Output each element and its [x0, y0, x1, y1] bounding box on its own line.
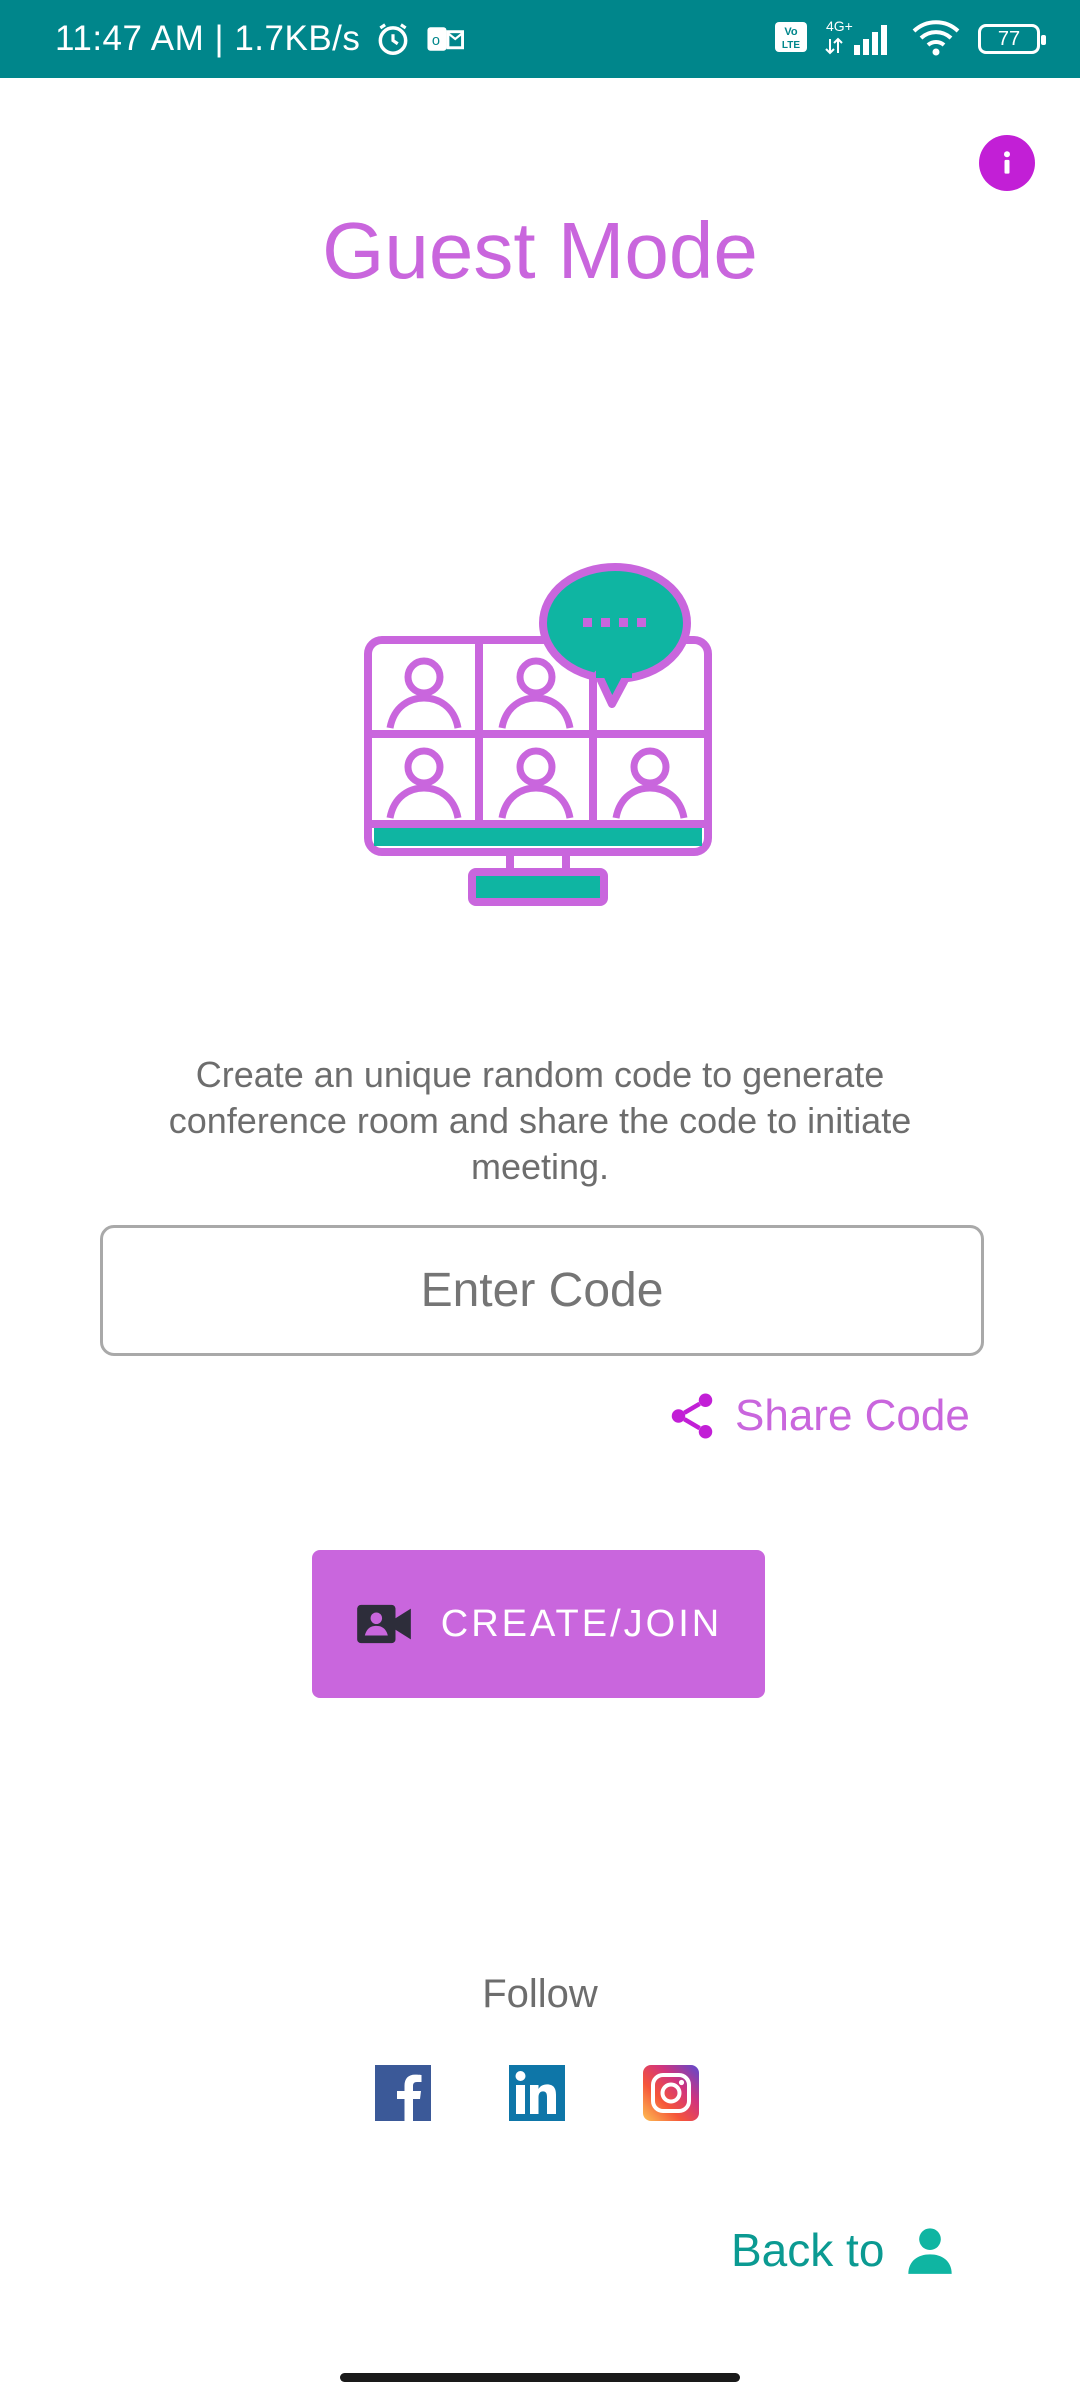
share-code-button[interactable]: Share Code [665, 1385, 970, 1447]
network-type: 4G+ [826, 18, 853, 34]
status-right: Vo LTE 4G+ 77 [774, 0, 1046, 78]
status-time: 11:47 AM | 1.7KB/s [55, 19, 361, 58]
create-join-label: CREATE/JOIN [440, 1602, 723, 1645]
battery-icon: 77 [978, 24, 1046, 54]
svg-text:o: o [432, 33, 441, 49]
battery-level: 77 [997, 27, 1021, 50]
back-to-button[interactable]: Back to [731, 2220, 956, 2280]
share-code-label: Share Code [735, 1391, 970, 1440]
status-bar: 11:47 AM | 1.7KB/s o Vo LTE 4G+ 77 [0, 0, 1080, 78]
description-text: Create an unique random code to generate… [168, 1054, 912, 1187]
status-left: 11:47 AM | 1.7KB/s o [55, 0, 465, 78]
create-join-button[interactable]: CREATE/JOIN [312, 1550, 765, 1698]
share-icon [671, 1393, 713, 1439]
person-icon [908, 2228, 953, 2274]
back-to-label: Back to [731, 2224, 885, 2276]
page-title: Guest Mode [322, 206, 758, 295]
alarm-icon [374, 20, 412, 58]
facebook-icon[interactable] [375, 2065, 431, 2121]
signal-icon: 4G+ [824, 17, 894, 62]
instagram-icon[interactable] [643, 2065, 699, 2121]
video-camera-icon [356, 1604, 411, 1644]
outlook-icon: o [426, 24, 465, 54]
svg-text:LTE: LTE [782, 40, 800, 51]
video-conference-icon [364, 563, 712, 906]
follow-label: Follow [482, 1972, 598, 2016]
volte-icon: Vo LTE [774, 21, 808, 58]
svg-text:Vo: Vo [784, 26, 798, 38]
home-indicator[interactable] [340, 2373, 740, 2382]
info-icon [1004, 151, 1010, 174]
info-button[interactable] [979, 135, 1035, 191]
wifi-icon [910, 17, 962, 62]
linkedin-icon[interactable] [509, 2065, 565, 2121]
code-input[interactable] [100, 1225, 984, 1356]
